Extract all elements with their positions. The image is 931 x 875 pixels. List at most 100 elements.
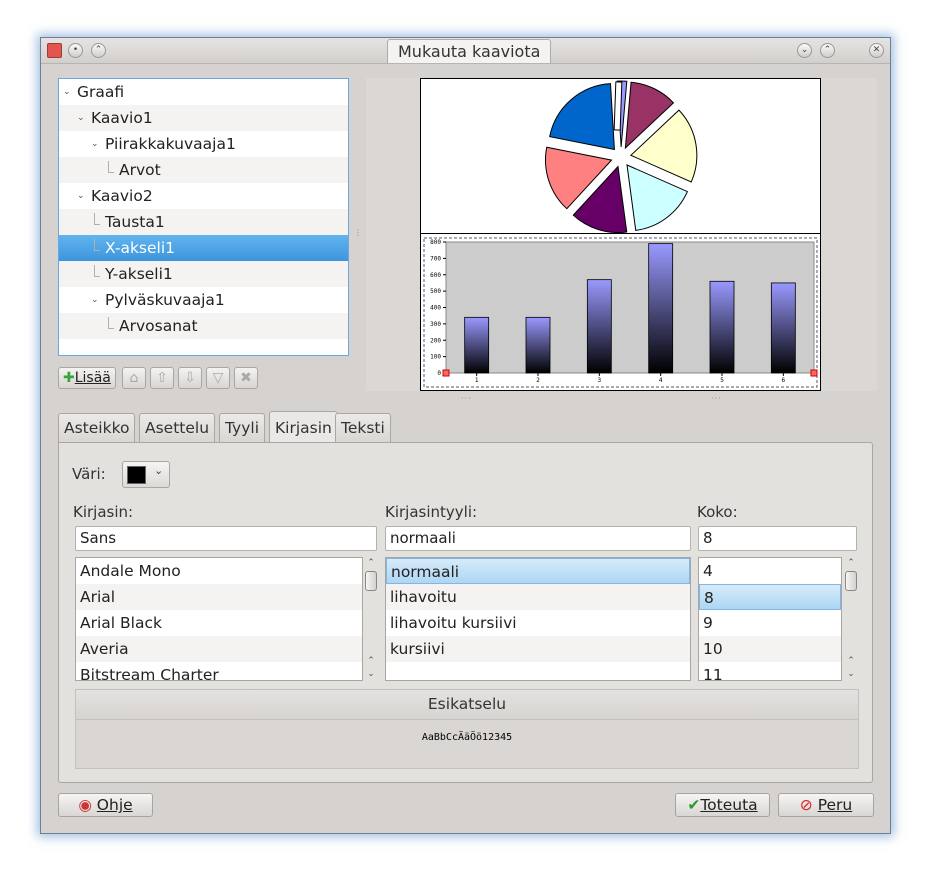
- list-item[interactable]: 9: [699, 610, 841, 636]
- y-tick-label: 600: [430, 272, 441, 279]
- tree-item[interactable]: ⌄ Kaavio1: [59, 105, 348, 131]
- font-family-scrollbar[interactable]: ⌃ ⌃ ⌄: [364, 557, 378, 681]
- tree-item[interactable]: ⌄ Piirakkakuvaaja1: [59, 131, 348, 157]
- font-size-list[interactable]: 4 8 9 10 11: [698, 557, 842, 681]
- list-item[interactable]: 8: [699, 584, 841, 610]
- list-item[interactable]: Andale Mono: [76, 558, 362, 584]
- expand-arrow-icon[interactable]: ⌄: [91, 131, 99, 157]
- expand-arrow-icon[interactable]: ⌄: [91, 287, 99, 313]
- font-style-input[interactable]: normaali: [385, 526, 691, 551]
- font-size-scrollbar[interactable]: ⌃ ⌃ ⌄: [844, 557, 858, 681]
- preview-sample: AaBbCcÄäÖö12345: [421, 732, 513, 743]
- tree-item[interactable]: Y-akseli1: [59, 261, 348, 287]
- list-item[interactable]: normaali: [386, 558, 690, 584]
- help-icon: ◉: [78, 796, 92, 814]
- tab-asettelu[interactable]: Asettelu: [139, 413, 216, 442]
- tree-item-label: Graafi: [77, 83, 125, 101]
- help-button[interactable]: ◉ Ohje: [58, 793, 153, 817]
- expand-arrow-icon[interactable]: ⌄: [77, 105, 85, 131]
- bar: [709, 280, 735, 374]
- font-style-list[interactable]: normaali lihavoitu lihavoitu kursiivi kursi…: [385, 557, 691, 681]
- keep-above-icon[interactable]: ⌃: [91, 43, 106, 58]
- tree-item[interactable]: Tausta1: [59, 209, 348, 235]
- expand-arrow-icon[interactable]: ⌄: [63, 79, 71, 105]
- tab-asteikko[interactable]: Asteikko: [58, 413, 136, 442]
- color-picker-button[interactable]: ⌄: [122, 461, 170, 488]
- list-item[interactable]: 10: [699, 636, 841, 662]
- font-family-list[interactable]: Andale Mono Arial Arial Black Averia Bitstre…: [75, 557, 363, 681]
- list-item[interactable]: 11: [699, 662, 841, 680]
- chart-element-tree[interactable]: ⌄ Graafi ⌄ Kaavio1 ⌄ Piirakkakuvaaja1 Arvot ⌄ Ka…: [58, 78, 349, 356]
- filter-button[interactable]: ▽: [206, 367, 230, 389]
- apply-button[interactable]: ✔Toteuta: [675, 793, 770, 817]
- scroll-thumb[interactable]: [365, 571, 377, 591]
- tree-connector: [108, 161, 109, 172]
- tree-item[interactable]: ⌄ Pylväskuvaaja1: [59, 287, 348, 313]
- delete-button[interactable]: ✖: [234, 367, 258, 389]
- menu-icon[interactable]: •: [68, 43, 83, 58]
- maximize-icon[interactable]: ⌃: [820, 43, 835, 58]
- tree-item-label: Piirakkakuvaaja1: [105, 135, 236, 153]
- tree-item[interactable]: ⌄ Graafi: [59, 79, 348, 105]
- window-title: Mukauta kaaviota: [387, 39, 552, 63]
- list-item[interactable]: lihavoitu kursiivi: [386, 610, 690, 636]
- bar: [586, 279, 612, 374]
- scroll-thumb[interactable]: [845, 571, 857, 591]
- y-tick-label: 300: [430, 321, 441, 328]
- x-tick-label: 1: [475, 377, 479, 384]
- expand-arrow-icon[interactable]: ⌄: [77, 183, 85, 209]
- scroll-up-icon[interactable]: ⌃: [364, 557, 378, 569]
- check-icon: ✔: [687, 796, 701, 814]
- scroll-up-icon[interactable]: ⌃: [844, 557, 858, 569]
- pie-slice: [613, 81, 623, 131]
- splitter-handle-left[interactable]: ···: [461, 394, 472, 403]
- list-item[interactable]: lihavoitu: [386, 584, 690, 610]
- chevron-down-icon: ⌄: [154, 464, 164, 477]
- app-icon[interactable]: [47, 43, 62, 58]
- move-up-button[interactable]: ⇧: [150, 367, 174, 389]
- tree-item[interactable]: X-akseli1: [59, 235, 348, 261]
- scroll-up-icon[interactable]: ⌃: [364, 655, 378, 667]
- tree-connector: [108, 172, 114, 173]
- x-tick-label: 3: [598, 377, 602, 384]
- tree-item[interactable]: ⌄ Kaavio2: [59, 183, 348, 209]
- title-bar[interactable]: • ⌃ Mukauta kaaviota ⌄ ⌃ ✕: [41, 38, 890, 64]
- y-tick-label: 500: [430, 288, 441, 295]
- list-item[interactable]: Averia: [76, 636, 362, 662]
- cancel-button[interactable]: ⊘ Peru: [778, 793, 874, 817]
- scroll-down-icon[interactable]: ⌄: [364, 668, 378, 680]
- list-item[interactable]: 4: [699, 558, 841, 584]
- scroll-up-icon[interactable]: ⌃: [844, 655, 858, 667]
- splitter-handle-right[interactable]: ···: [711, 394, 722, 403]
- add-button[interactable]: ✚Lisää: [58, 367, 116, 389]
- list-item[interactable]: Arial: [76, 584, 362, 610]
- tab-kirjasin[interactable]: Kirjasin: [269, 411, 338, 442]
- font-size-input[interactable]: 8: [698, 526, 857, 551]
- tree-item-label: Arvot: [119, 161, 161, 179]
- clear-button[interactable]: ⌂: [122, 367, 146, 389]
- list-item[interactable]: Arial Black: [76, 610, 362, 636]
- scroll-down-icon[interactable]: ⌄: [844, 668, 858, 680]
- minimize-icon[interactable]: ⌄: [797, 43, 812, 58]
- tree-item-label: Kaavio1: [91, 109, 153, 127]
- axis-handle[interactable]: [810, 369, 818, 377]
- tree-connector: [94, 265, 95, 276]
- move-down-button[interactable]: ⇩: [178, 367, 202, 389]
- y-tick-label: 400: [430, 305, 441, 312]
- axis-handle[interactable]: [442, 369, 450, 377]
- tree-item-label: Arvosanat: [119, 317, 198, 335]
- y-tick-label: 700: [430, 255, 441, 262]
- pie-chart: [421, 80, 820, 234]
- tree-item[interactable]: Arvot: [59, 157, 348, 183]
- tree-item[interactable]: Arvosanat: [59, 313, 348, 339]
- y-tick-label: 800: [430, 239, 441, 246]
- y-tick-label: 100: [430, 354, 441, 361]
- font-family-input[interactable]: Sans: [75, 526, 377, 551]
- close-icon[interactable]: ✕: [869, 43, 884, 58]
- list-item[interactable]: Bitstream Charter: [76, 662, 362, 680]
- list-item[interactable]: kursiivi: [386, 636, 690, 662]
- font-family-label: Kirjasin:: [73, 503, 134, 521]
- splitter-handle[interactable]: ⋮: [354, 228, 363, 237]
- tab-tyyli[interactable]: Tyyli: [219, 413, 266, 442]
- tab-teksti[interactable]: Teksti: [335, 413, 391, 442]
